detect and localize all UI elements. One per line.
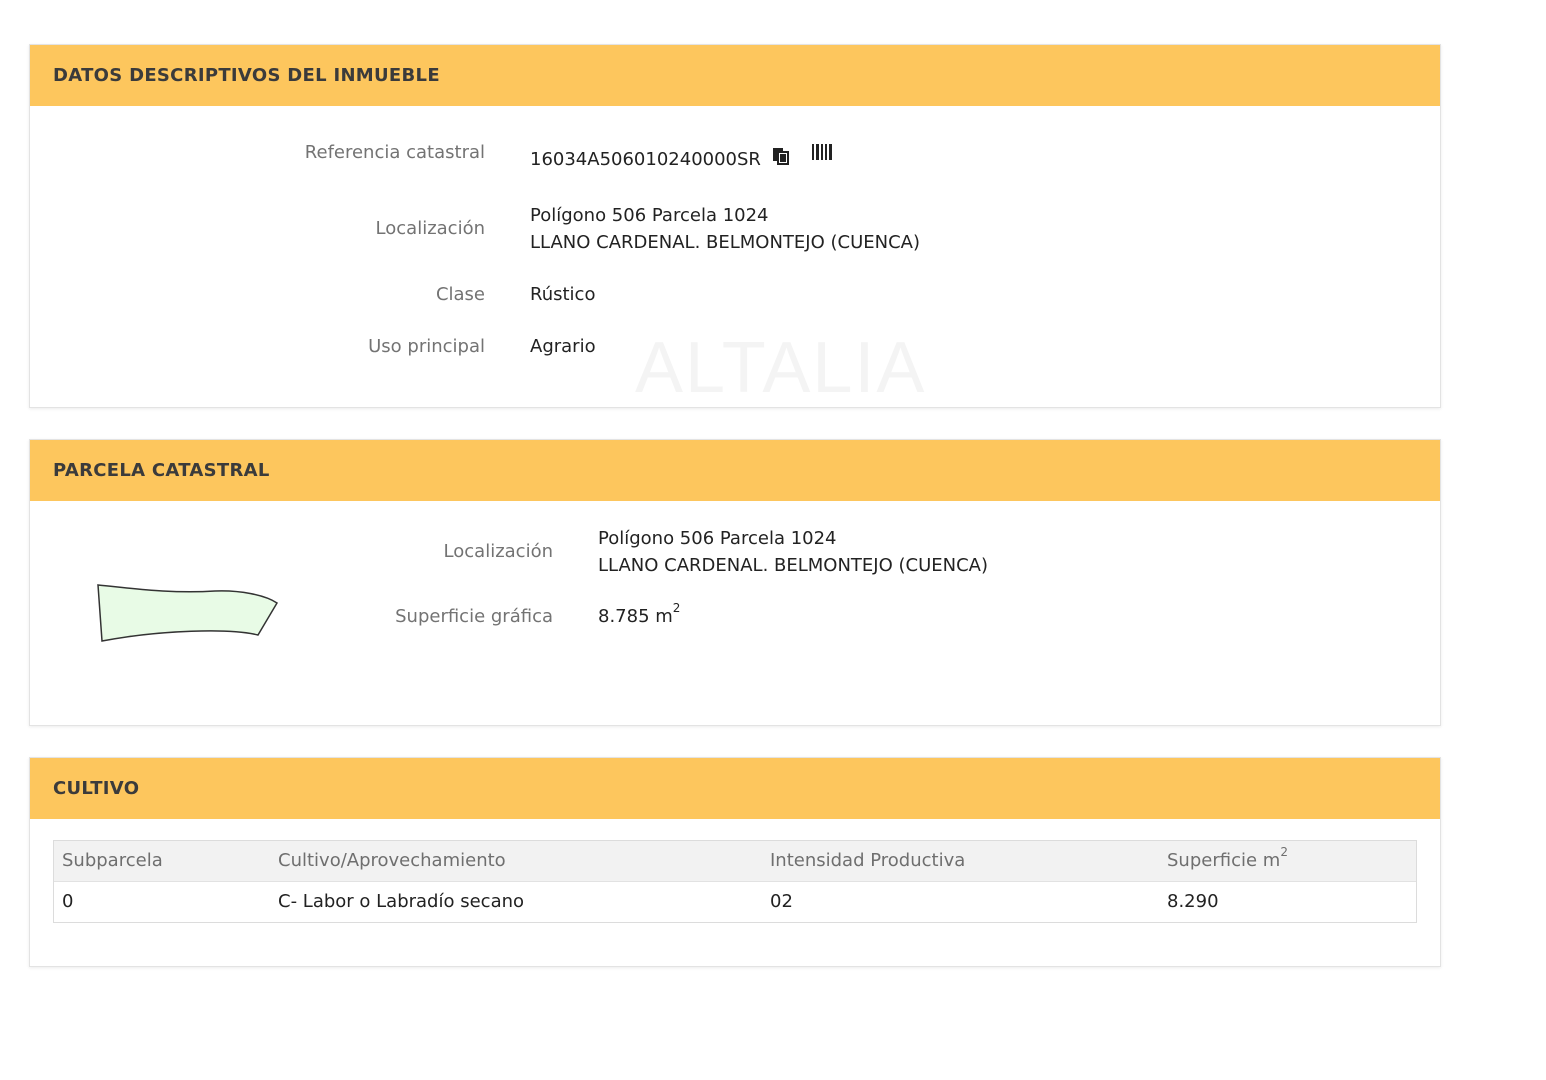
referencia-value: 16034A506010240000SR <box>530 149 761 170</box>
column-header-superficie-label: Superficie m <box>1167 850 1281 871</box>
column-header-subparcela: Subparcela <box>62 850 163 871</box>
superficie-grafica-value: 8.785 m2 <box>598 601 681 630</box>
localizacion-line1: Polígono 506 Parcela 1024 <box>530 205 769 226</box>
cell-cultivo: C- Labor o Labradío secano <box>278 891 525 912</box>
panel-cultivo: CULTIVO Subparcela Cultivo/Aprovechamien… <box>29 757 1441 967</box>
localizacion-label: Localización <box>375 218 485 239</box>
cell-intensidad: 02 <box>770 891 793 912</box>
cultivo-table: Subparcela Cultivo/Aprovechamiento Inten… <box>53 840 1417 923</box>
superficie-grafica-exp: 2 <box>672 601 681 615</box>
table-header-row: Subparcela Cultivo/Aprovechamiento Inten… <box>54 841 1416 882</box>
barcode-icon[interactable] <box>812 141 834 168</box>
parcel-shape <box>97 584 279 642</box>
column-header-superficie-exp: 2 <box>1280 845 1288 859</box>
column-header-intensidad: Intensidad Productiva <box>770 850 966 871</box>
referencia-label: Referencia catastral <box>304 142 485 163</box>
panel-datos-descriptivos: DATOS DESCRIPTIVOS DEL INMUEBLE Referenc… <box>29 44 1441 408</box>
uso-principal-value: Agrario <box>530 336 596 357</box>
localizacion-value: Polígono 506 Parcela 1024 LLANO CARDENAL… <box>530 202 920 256</box>
copy-icon[interactable] <box>771 146 791 174</box>
cell-superficie: 8.290 <box>1167 891 1219 912</box>
watermark: ALTALIA <box>635 328 927 408</box>
superficie-grafica-label: Superficie gráfica <box>395 606 553 627</box>
panel-header-cultivo: CULTIVO <box>30 758 1440 819</box>
uso-principal-label: Uso principal <box>368 336 485 357</box>
panel-header-datos: DATOS DESCRIPTIVOS DEL INMUEBLE <box>30 45 1440 106</box>
localizacion-line2: LLANO CARDENAL. BELMONTEJO (CUENCA) <box>530 232 920 253</box>
parcela-localizacion-value: Polígono 506 Parcela 1024 LLANO CARDENAL… <box>598 525 988 579</box>
superficie-grafica-number: 8.785 m <box>598 606 673 627</box>
referencia-value-row: 16034A506010240000SR <box>530 143 834 174</box>
clase-value: Rústico <box>530 284 596 305</box>
parcela-localizacion-line1: Polígono 506 Parcela 1024 <box>598 528 837 549</box>
panel-header-parcela: PARCELA CATASTRAL <box>30 440 1440 501</box>
cell-subparcela: 0 <box>62 891 74 912</box>
column-header-superficie: Superficie m2 <box>1167 841 1288 881</box>
parcela-localizacion-line2: LLANO CARDENAL. BELMONTEJO (CUENCA) <box>598 555 988 576</box>
column-header-cultivo: Cultivo/Aprovechamiento <box>278 850 506 871</box>
panel-parcela-catastral: PARCELA CATASTRAL Localización Polígono … <box>29 439 1441 726</box>
table-row: 0 C- Labor o Labradío secano 02 8.290 <box>54 882 1416 922</box>
clase-label: Clase <box>435 284 485 305</box>
parcela-localizacion-label: Localización <box>443 541 553 562</box>
